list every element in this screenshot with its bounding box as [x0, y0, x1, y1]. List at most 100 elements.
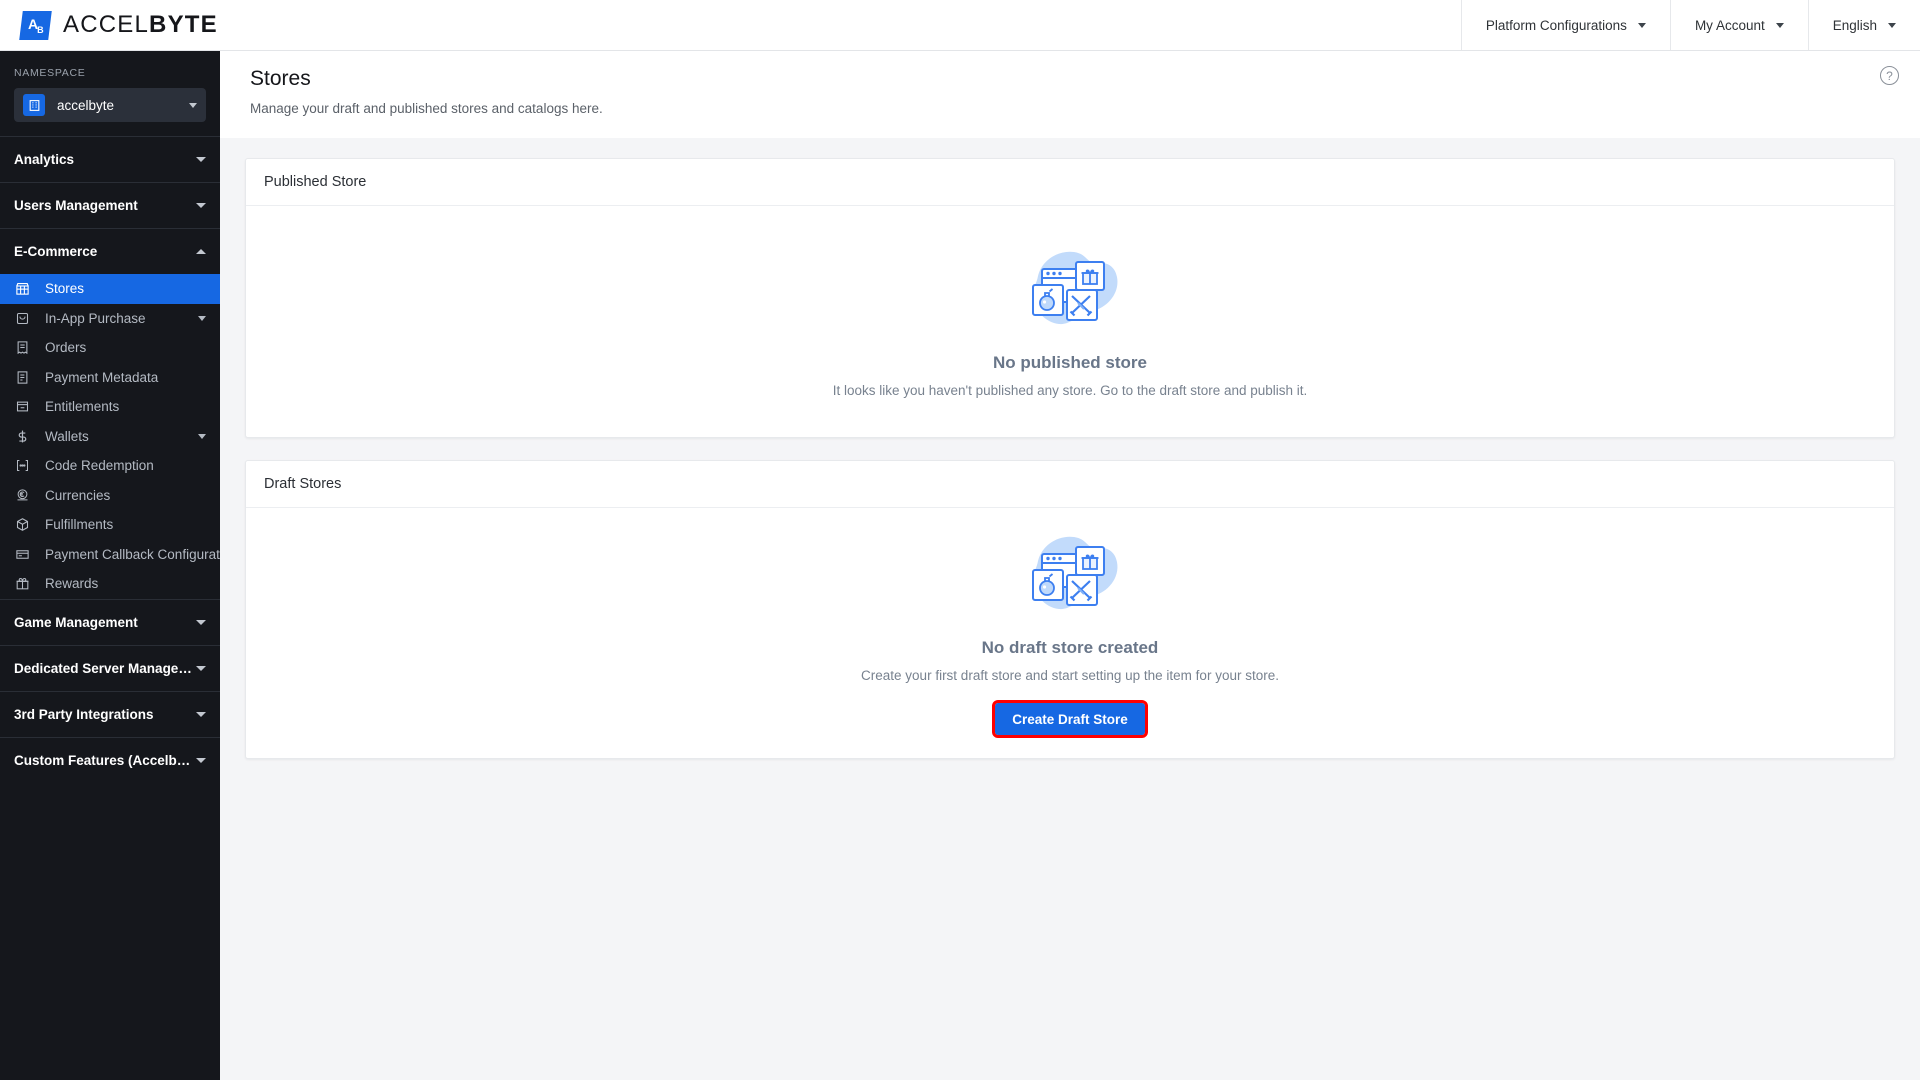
chevron-down-icon	[196, 757, 206, 763]
page-title: Stores	[250, 67, 311, 90]
sidebar-item-wallets-label: Wallets	[45, 428, 89, 444]
box-icon	[14, 516, 31, 533]
invoice-icon	[14, 369, 31, 386]
published-store-empty-state: No published store It looks like you hav…	[246, 206, 1894, 437]
sidebar-group-custom-features-label: Custom Features (Accelbyte In…	[14, 752, 196, 768]
sidebar-item-entitlements[interactable]: Entitlements	[0, 392, 220, 422]
sidebar-item-stores-label: Stores	[45, 281, 85, 297]
store-items-illustration	[1018, 246, 1123, 339]
help-circle-icon[interactable]: ?	[1880, 66, 1899, 85]
sidebar-item-fulfillments-label: Fulfillments	[45, 517, 114, 533]
sidebar-item-stores[interactable]: Stores	[0, 274, 220, 304]
sidebar: NAMESPACE accelbyte Analytics Users Mana…	[0, 51, 220, 1080]
sidebar-item-wallets[interactable]: Wallets	[0, 422, 220, 452]
sidebar-item-orders-label: Orders	[45, 340, 87, 356]
nav-group-custom-features: Custom Features (Accelbyte In…	[0, 736, 220, 783]
sidebar-item-in-app-purchase[interactable]: In-App Purchase	[0, 304, 220, 334]
brand-name: ACCELBYTE	[63, 11, 218, 39]
page-header: Stores Manage your draft and published s…	[220, 51, 1920, 138]
building-icon	[23, 94, 45, 116]
namespace-label: NAMESPACE	[14, 67, 86, 79]
sidebar-group-dedicated-server-management-label: Dedicated Server Management	[14, 660, 196, 676]
chevron-down-icon	[196, 665, 206, 671]
sidebar-group-analytics[interactable]: Analytics	[0, 137, 220, 182]
draft-stores-empty-state: No draft store created Create your first…	[246, 508, 1894, 758]
sidebar-group-3rd-party-integrations-label: 3rd Party Integrations	[14, 706, 154, 722]
nav-group-3rd-party-integrations: 3rd Party Integrations	[0, 690, 220, 737]
sidebar-item-rewards[interactable]: Rewards	[0, 569, 220, 599]
payment-card-icon	[14, 546, 31, 563]
sidebar-item-currencies-label: Currencies	[45, 487, 111, 503]
menu-language-label: English	[1832, 17, 1877, 33]
create-draft-store-button[interactable]: Create Draft Store	[992, 700, 1148, 738]
brand-logo-area[interactable]: AB ACCELBYTE	[0, 0, 270, 50]
sidebar-group-custom-features[interactable]: Custom Features (Accelbyte In…	[0, 738, 220, 783]
top-menu: Platform Configurations My Account Engli…	[1460, 0, 1920, 50]
published-store-card-title: Published Store	[246, 159, 1894, 206]
sidebar-group-ecommerce-label: E-Commerce	[14, 244, 98, 259]
dollar-icon	[14, 428, 31, 445]
sidebar-item-orders[interactable]: Orders	[0, 333, 220, 363]
sidebar-item-payment-callback-configuration-label: Payment Callback Configuration	[45, 546, 220, 562]
draft-stores-empty-description: Create your first draft store and start …	[861, 668, 1279, 683]
sidebar-group-users-management[interactable]: Users Management	[0, 183, 220, 228]
sidebar-group-users-management-label: Users Management	[14, 198, 138, 213]
published-store-empty-description: It looks like you haven't published any …	[832, 382, 1308, 398]
sidebar-group-3rd-party-integrations[interactable]: 3rd Party Integrations	[0, 692, 220, 737]
chevron-down-icon	[1775, 22, 1784, 28]
sidebar-item-rewards-label: Rewards	[45, 576, 99, 592]
nav-group-game-management: Game Management	[0, 598, 220, 645]
card-minus-icon	[14, 398, 31, 415]
menu-my-account-label: My Account	[1694, 17, 1765, 33]
sidebar-group-analytics-label: Analytics	[14, 152, 75, 167]
chevron-down-icon	[196, 711, 206, 717]
brand-name-light: ACCEL	[63, 11, 150, 38]
sidebar-item-code-redemption-label: Code Redemption	[45, 458, 154, 474]
nav-group-analytics: Analytics	[0, 136, 220, 182]
sidebar-item-entitlements-label: Entitlements	[45, 399, 120, 415]
chevron-down-icon	[196, 157, 206, 162]
sidebar-item-payment-metadata[interactable]: Payment Metadata	[0, 363, 220, 393]
page-subtitle: Manage your draft and published stores a…	[250, 101, 603, 116]
menu-platform-configurations[interactable]: Platform Configurations	[1460, 0, 1670, 50]
menu-platform-configurations-label: Platform Configurations	[1485, 17, 1627, 33]
namespace-selector[interactable]: accelbyte	[14, 88, 206, 122]
store-items-illustration	[1018, 531, 1123, 624]
menu-my-account[interactable]: My Account	[1669, 0, 1808, 50]
chevron-down-icon	[198, 315, 206, 321]
chevron-up-icon	[196, 249, 206, 254]
main-content: Stores Manage your draft and published s…	[220, 51, 1920, 1080]
top-bar: AB ACCELBYTE Platform Configurations My …	[0, 0, 1920, 51]
chevron-down-icon	[196, 619, 206, 625]
nav-group-users-management: Users Management	[0, 182, 220, 228]
chevron-down-icon	[198, 433, 206, 439]
nav-group-dedicated-server-management: Dedicated Server Management	[0, 644, 220, 691]
chevron-down-icon	[189, 102, 197, 108]
brand-name-bold: BYTE	[149, 11, 218, 38]
sidebar-item-fulfillments[interactable]: Fulfillments	[0, 510, 220, 540]
bag-icon	[14, 310, 31, 327]
nav-group-ecommerce: E-Commerce Stores In-App Purchase Orders…	[0, 228, 220, 599]
published-store-empty-title: No published store	[993, 352, 1147, 372]
namespace-block: NAMESPACE accelbyte	[0, 51, 220, 136]
panels-container: Published Store No published store It lo…	[220, 138, 1920, 759]
sidebar-group-game-management-label: Game Management	[14, 614, 138, 630]
draft-stores-card-title: Draft Stores	[246, 461, 1894, 508]
draft-stores-card: Draft Stores No draft store created Crea…	[245, 460, 1895, 759]
chevron-down-icon	[1888, 22, 1896, 28]
sidebar-group-dedicated-server-management[interactable]: Dedicated Server Management	[0, 646, 220, 691]
gift-icon	[14, 575, 31, 592]
sidebar-item-currencies[interactable]: Currencies	[0, 481, 220, 511]
sidebar-group-ecommerce[interactable]: E-Commerce	[0, 229, 220, 274]
sidebar-item-payment-callback-configuration[interactable]: Payment Callback Configuration	[0, 540, 220, 570]
menu-language[interactable]: English	[1807, 0, 1920, 50]
sidebar-item-in-app-purchase-label: In-App Purchase	[45, 310, 146, 326]
draft-stores-empty-title: No draft store created	[981, 638, 1159, 657]
sidebar-group-game-management[interactable]: Game Management	[0, 600, 220, 645]
coin-euro-icon	[14, 487, 31, 504]
chevron-down-icon	[196, 203, 206, 208]
code-icon	[14, 457, 31, 474]
accelbyte-logo-icon: AB	[19, 10, 52, 40]
sidebar-item-code-redemption[interactable]: Code Redemption	[0, 451, 220, 481]
